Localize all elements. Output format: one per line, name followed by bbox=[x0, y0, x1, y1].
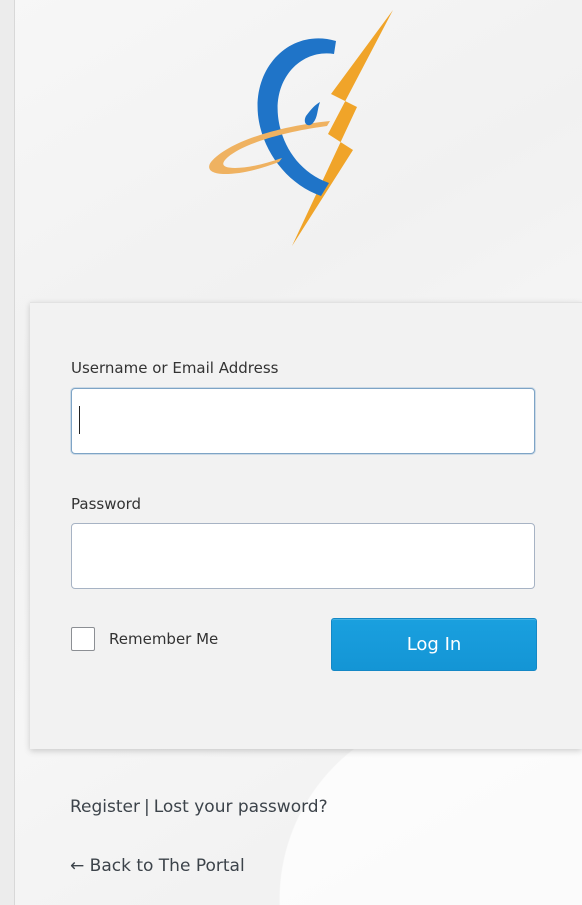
remember-me-checkbox[interactable] bbox=[71, 627, 95, 651]
login-form-card: Username or Email Address Password Remem… bbox=[30, 302, 582, 749]
blue-arc-shape bbox=[257, 38, 336, 196]
left-frame-edge bbox=[0, 0, 15, 905]
lost-password-link[interactable]: Lost your password? bbox=[154, 797, 328, 817]
username-label: Username or Email Address bbox=[71, 359, 279, 377]
text-caret bbox=[79, 406, 80, 434]
remember-me-row[interactable]: Remember Me bbox=[71, 627, 218, 651]
password-input[interactable] bbox=[71, 523, 535, 589]
remember-me-label: Remember Me bbox=[109, 630, 219, 648]
back-to-portal-row: ← Back to The Portal bbox=[70, 856, 245, 876]
login-button[interactable]: Log In bbox=[331, 618, 537, 671]
footer-links: Register | Lost your password? bbox=[70, 797, 328, 817]
username-input[interactable] bbox=[71, 388, 535, 454]
brand-logo bbox=[205, 8, 405, 258]
password-label: Password bbox=[71, 495, 142, 513]
link-separator: | bbox=[144, 797, 150, 817]
brand-logo-mark bbox=[209, 10, 393, 246]
register-link[interactable]: Register bbox=[70, 797, 140, 817]
back-to-portal-label: Back to The Portal bbox=[89, 856, 245, 876]
back-to-portal-link[interactable]: ← Back to The Portal bbox=[70, 856, 245, 876]
left-arrow-icon: ← bbox=[70, 856, 85, 876]
blue-drop-shape bbox=[304, 102, 320, 126]
